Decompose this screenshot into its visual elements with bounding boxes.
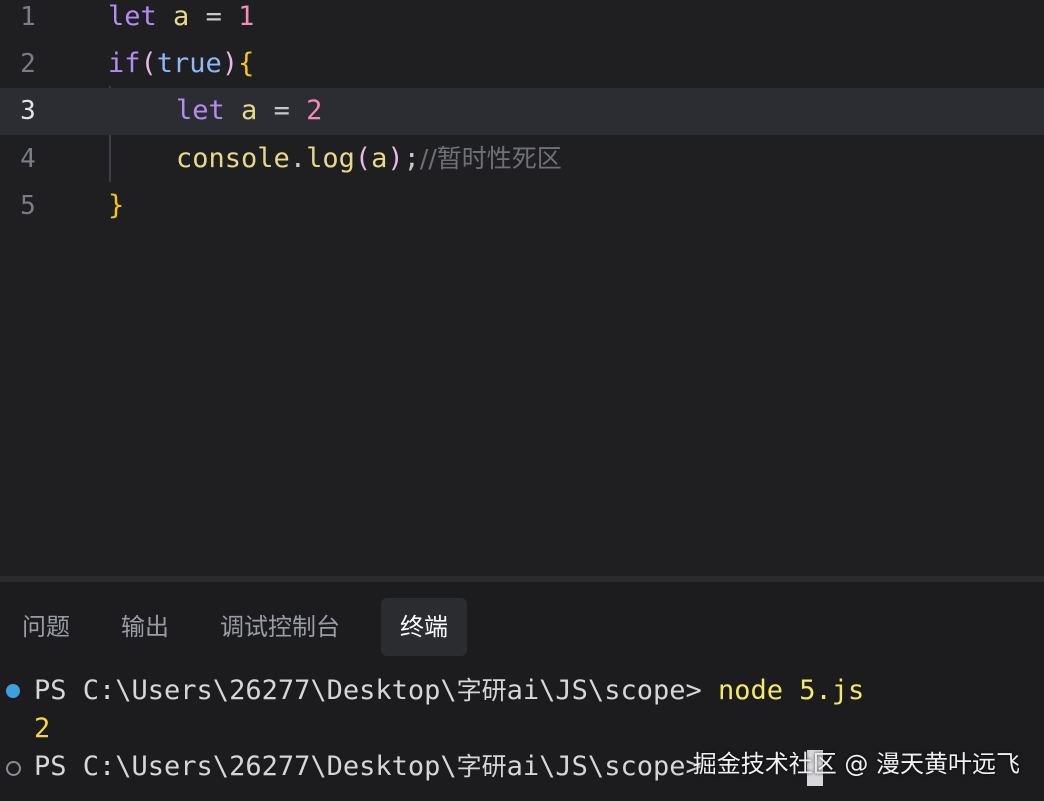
token-dot: . <box>289 143 307 174</box>
line-number: 5 <box>20 191 36 221</box>
terminal-prompt-line: PS C:\Users\26277\Desktop\字研ai\JS\scope>… <box>34 674 864 708</box>
bottom-panel: 问题 输出 调试控制台 终端 PS C:\Users\26277\Desktop… <box>0 582 1044 801</box>
code-line-3[interactable]: 3 let a = 2 <box>0 88 1044 135</box>
line-number: 1 <box>20 2 36 32</box>
token-comment: //暂时性死区 <box>419 144 562 173</box>
code-editor[interactable]: 1 let a = 1 2 if(true){ 3 let a = 2 4 co… <box>0 0 1044 576</box>
code-content: if(true){ <box>108 47 254 81</box>
token-brace: { <box>238 48 255 79</box>
token-number: 2 <box>306 95 323 126</box>
code-content: console.log(a);//暂时性死区 <box>176 142 562 176</box>
token-operator: = <box>205 1 222 32</box>
token-semicolon: ; <box>403 143 420 174</box>
terminal-output: 2 <box>34 713 51 744</box>
prompt-path-suffix: ai\JS\scope> <box>506 751 702 782</box>
token-number: 1 <box>238 1 255 32</box>
tab-terminal[interactable]: 终端 <box>381 598 467 656</box>
code-line-4[interactable]: 4 console.log(a);//暂时性死区 <box>0 142 1044 189</box>
watermark-text: 掘金技术社区 @ 漫天黄叶远飞 <box>692 750 1020 778</box>
prompt-path-cjk: 字研 <box>456 752 507 781</box>
terminal-prompt-line-current[interactable]: PS C:\Users\26277\Desktop\字研ai\JS\scope> <box>34 750 702 784</box>
token-paren: ) <box>387 143 404 174</box>
line-number: 4 <box>20 144 36 174</box>
token-paren: ) <box>221 48 239 79</box>
prompt-path-suffix: ai\JS\scope> <box>506 675 718 706</box>
tab-output[interactable]: 输出 <box>121 598 169 656</box>
tab-debug-console[interactable]: 调试控制台 <box>220 598 340 656</box>
code-content: let a = 2 <box>176 94 322 128</box>
code-content: let a = 1 <box>108 0 254 34</box>
code-line-2[interactable]: 2 if(true){ <box>0 47 1044 94</box>
terminal-command: node 5.js <box>717 675 865 706</box>
token-variable: a <box>371 143 388 174</box>
token-keyword: if <box>108 48 141 79</box>
token-keyword: let <box>176 95 225 126</box>
code-content: } <box>108 189 124 223</box>
token-paren: ( <box>354 143 372 174</box>
tab-problems[interactable]: 问题 <box>22 598 70 656</box>
token-variable: a <box>173 1 190 32</box>
token-function: log <box>306 143 355 174</box>
line-number: 2 <box>20 49 36 79</box>
token-boolean: true <box>156 48 222 79</box>
code-line-5[interactable]: 5 } <box>0 189 1044 236</box>
token-operator: = <box>273 95 290 126</box>
prompt-path: PS C:\Users\26277\Desktop\ <box>34 675 457 706</box>
token-object: console <box>176 143 290 174</box>
command-pending-dot-icon[interactable] <box>6 761 21 776</box>
command-success-dot-icon[interactable] <box>6 684 20 698</box>
token-keyword: let <box>108 1 157 32</box>
code-line-1[interactable]: 1 let a = 1 <box>0 0 1044 47</box>
token-brace: } <box>108 190 125 221</box>
line-number: 3 <box>20 96 36 126</box>
token-paren: ( <box>140 48 157 79</box>
token-variable: a <box>241 95 258 126</box>
prompt-path: PS C:\Users\26277\Desktop\ <box>34 751 457 782</box>
prompt-path-cjk: 字研 <box>456 676 507 705</box>
